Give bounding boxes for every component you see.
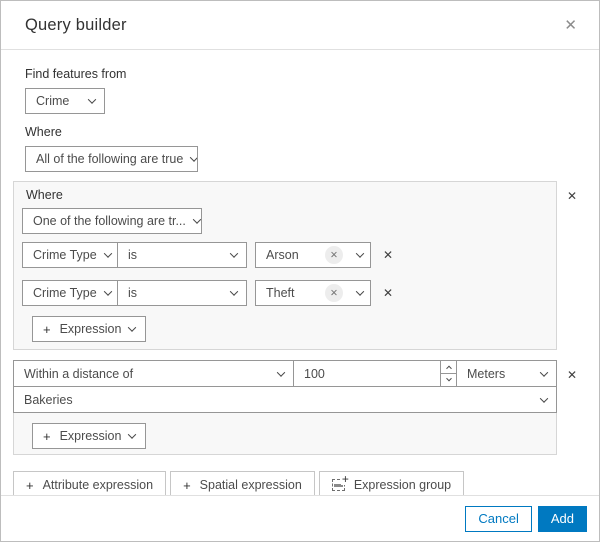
- chevron-down-icon: [229, 249, 239, 258]
- clear-value-icon[interactable]: ✕: [325, 246, 343, 264]
- expression-group-row: Within a distance of 100 Meters Bakeries…: [13, 360, 587, 455]
- expression-row: Crime Type is Theft ✕ ✕: [22, 280, 548, 306]
- operator-select-value: is: [128, 286, 138, 300]
- distance-field: [293, 360, 441, 387]
- expression-group-row: Where One of the following are tr... Cri…: [13, 181, 587, 350]
- field-select[interactable]: Crime Type: [22, 280, 118, 306]
- expression-group-2: Within a distance of 100 Meters Bakeries…: [13, 360, 557, 455]
- add-expression-label: Expression: [59, 429, 122, 443]
- chevron-down-icon: [103, 249, 112, 258]
- chevron-down-icon: [276, 367, 286, 377]
- plus-icon: +: [43, 321, 51, 337]
- unit-select[interactable]: Meters: [456, 360, 557, 387]
- chevron-up-icon: [445, 365, 452, 371]
- add-button[interactable]: Add: [537, 505, 587, 532]
- value-combobox-value: Arson: [266, 248, 299, 262]
- attribute-expression-label: Attribute expression: [42, 478, 154, 492]
- remove-group-button[interactable]: ✕: [565, 188, 579, 204]
- chevron-down-icon: [539, 393, 549, 403]
- operator-select[interactable]: is: [117, 242, 247, 268]
- expression-group-label: Expression group: [353, 478, 452, 492]
- plus-icon: +: [183, 477, 191, 493]
- close-icon[interactable]: ✕: [564, 18, 577, 33]
- chevron-down-icon: [355, 249, 365, 258]
- target-layer-value: Bakeries: [24, 392, 73, 407]
- find-features-label: Find features from: [25, 67, 127, 81]
- group-where-label: Where: [26, 188, 63, 202]
- value-combobox[interactable]: Theft ✕: [255, 280, 371, 306]
- dialog-footer: Cancel Add: [1, 495, 599, 541]
- unit-select-value: Meters: [467, 366, 506, 381]
- stepper-down-button[interactable]: [441, 374, 456, 387]
- cancel-button[interactable]: Cancel: [465, 505, 532, 532]
- chevron-down-icon: [539, 367, 549, 377]
- add-expression-button[interactable]: + Expression: [32, 316, 147, 342]
- target-layer-select[interactable]: Bakeries: [13, 386, 557, 413]
- field-select[interactable]: Crime Type: [22, 242, 118, 268]
- match-logic-select[interactable]: All of the following are true: [25, 146, 198, 172]
- distance-stepper: [440, 360, 457, 387]
- chevron-down-icon: [445, 375, 452, 382]
- group-match-logic-value: One of the following are tr...: [33, 214, 186, 228]
- group-match-logic-select[interactable]: One of the following are tr...: [22, 208, 202, 234]
- operator-select-value: is: [128, 248, 138, 262]
- where-label: Where: [25, 125, 62, 139]
- dialog-title: Query builder: [25, 15, 127, 34]
- layer-select-value: Crime: [36, 94, 70, 108]
- value-combobox-value: Theft: [266, 286, 295, 300]
- dialog-header: Query builder ✕: [1, 1, 599, 50]
- chevron-down-icon: [87, 95, 97, 104]
- chevron-down-icon: [128, 323, 137, 332]
- plus-icon: +: [26, 477, 34, 493]
- query-builder-dialog: Query builder ✕ Find features from Crime…: [0, 0, 600, 542]
- spatial-expression-row: Within a distance of 100 Meters: [13, 360, 557, 387]
- value-combobox[interactable]: Arson ✕: [255, 242, 371, 268]
- spatial-expression-label: Spatial expression: [199, 478, 302, 492]
- remove-expression-button[interactable]: ✕: [381, 285, 395, 301]
- group-remove-column: ✕: [557, 181, 587, 204]
- remove-group-button[interactable]: ✕: [565, 367, 579, 383]
- add-expression-button[interactable]: + Expression: [32, 423, 147, 449]
- clear-value-icon[interactable]: ✕: [325, 284, 343, 302]
- chevron-down-icon: [355, 287, 365, 296]
- field-select-value: Crime Type: [33, 286, 97, 300]
- chevron-down-icon: [128, 430, 137, 439]
- remove-expression-button[interactable]: ✕: [381, 247, 395, 263]
- distance-input[interactable]: [294, 361, 440, 386]
- operator-select[interactable]: is: [117, 280, 247, 306]
- expression-group-1: Where One of the following are tr... Cri…: [13, 181, 557, 350]
- add-expression-label: Expression: [59, 322, 122, 336]
- layer-select[interactable]: Crime: [25, 88, 105, 114]
- chevron-down-icon: [192, 215, 201, 224]
- expression-group-icon: [331, 473, 349, 491]
- chevron-down-icon: [103, 287, 112, 296]
- spatial-operator-value: Within a distance of: [24, 366, 134, 381]
- match-logic-select-value: All of the following are true: [36, 152, 184, 166]
- group-remove-column: ✕: [557, 360, 587, 383]
- plus-icon: +: [43, 428, 51, 444]
- chevron-down-icon: [229, 287, 239, 296]
- expression-row: Crime Type is Arson ✕ ✕: [22, 242, 548, 268]
- stepper-up-button[interactable]: [441, 361, 456, 374]
- chevron-down-icon: [190, 153, 197, 162]
- dialog-body: Find features from Crime Where All of th…: [1, 67, 599, 499]
- spatial-operator-select[interactable]: Within a distance of: [13, 360, 294, 387]
- field-select-value: Crime Type: [33, 248, 97, 262]
